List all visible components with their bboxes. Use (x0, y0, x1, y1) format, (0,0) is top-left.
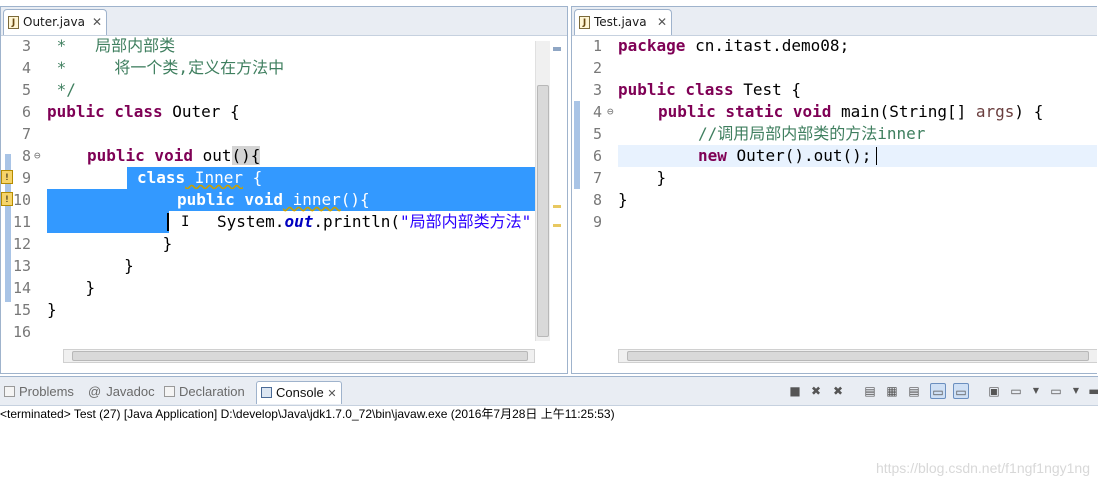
tab-declaration[interactable]: Declaration (164, 381, 245, 403)
code-line: 9! class Inner { (1, 167, 567, 189)
code-line: 16 (12, 323, 31, 341)
word-wrap-icon[interactable]: ▤ (906, 383, 922, 399)
close-tab-icon[interactable]: ✕ (657, 10, 667, 34)
code-line: 8} (592, 190, 628, 209)
chevron-down-icon[interactable]: ▼ (1068, 383, 1084, 399)
show-console-on-output-icon[interactable]: ▭ (930, 383, 946, 399)
code-line: 6 public class Outer { (21, 102, 240, 121)
code-line: 7 } (592, 168, 667, 187)
code-line: 3 * 局部内部类 (21, 36, 176, 55)
vertical-scrollbar[interactable] (535, 41, 550, 341)
code-line: 5 */ (21, 80, 76, 99)
chevron-down-icon[interactable]: ▼ (1028, 383, 1044, 399)
code-line: 5//调用局部内部类的方法inner (592, 124, 926, 143)
scrollbar-thumb[interactable] (537, 85, 549, 337)
text-cursor (167, 213, 169, 231)
console-icon (261, 387, 272, 398)
code-line: 3 public class Test { (592, 80, 802, 99)
display-selected-console-icon[interactable]: ▭ (1008, 383, 1024, 399)
text-cursor (876, 147, 877, 165)
code-line: 15} (12, 300, 57, 319)
fold-icon[interactable]: ⊖ (34, 145, 41, 167)
show-console-on-error-icon[interactable]: ▭ (953, 383, 969, 399)
code-line: 7 (21, 125, 31, 143)
terminate-icon[interactable]: ■ (787, 383, 803, 399)
scrollbar-thumb[interactable] (627, 351, 1089, 361)
code-line: 9 (592, 213, 602, 231)
scrollbar-thumb[interactable] (72, 351, 528, 361)
pin-console-icon[interactable]: ▣ (986, 383, 1002, 399)
warning-icon[interactable]: ! (1, 170, 13, 184)
close-tab-icon[interactable]: ✕ (92, 10, 102, 34)
minimize-view-icon[interactable]: ▬ (1086, 383, 1098, 399)
java-file-icon: J (579, 16, 590, 29)
bottom-view-tabbar: Problems @ Javadoc Declaration Console ✕ … (0, 376, 1098, 406)
code-line: 10! public void inner(){ (1, 189, 567, 211)
horizontal-scrollbar[interactable] (63, 349, 535, 363)
clear-console-icon[interactable]: ▤ (862, 383, 878, 399)
overview-ruler[interactable] (551, 41, 563, 341)
watermark: https://blog.csdn.net/f1ngf1ngy1ng (875, 460, 1090, 476)
tab-problems[interactable]: Problems (4, 381, 74, 403)
tab-javadoc[interactable]: @ Javadoc (88, 381, 155, 403)
tab-console[interactable]: Console ✕ (256, 381, 342, 404)
remove-launch-icon[interactable]: ✖ (808, 383, 824, 399)
horizontal-scrollbar[interactable] (618, 349, 1097, 363)
scroll-lock-icon[interactable]: ▦ (884, 383, 900, 399)
remove-all-terminated-icon[interactable]: ✖ (830, 383, 846, 399)
at-icon: @ (88, 384, 102, 399)
problems-icon (4, 386, 15, 397)
fold-icon[interactable]: ⊖ (607, 101, 614, 123)
code-line: 11 I System.out.println("局部内部类方法" (12, 211, 532, 233)
code-line: 13 } (12, 256, 134, 275)
code-line: 6 new Outer().out(); (572, 145, 1097, 167)
code-line: 4 ⊖ public static void main(String[] args)… (592, 101, 1044, 123)
left-editor-tabbar: J Outer.java ✕ (1, 7, 567, 36)
tab-test-java[interactable]: J Test.java ✕ (574, 9, 672, 35)
code-line: 4 * 将一个类,定义在方法中 (21, 58, 285, 77)
declaration-icon (164, 386, 175, 397)
right-editor-tabbar: J Test.java ✕ (572, 7, 1097, 36)
code-line: 2 (592, 59, 602, 77)
test-java-editor[interactable]: J Test.java ✕ 1 package cn.itast.demo08; … (571, 6, 1097, 374)
code-line: 14 } (12, 278, 96, 297)
console-output: <terminated> Test (27) [Java Application… (0, 407, 615, 421)
code-line: 1 package cn.itast.demo08; (592, 36, 850, 55)
code-line: 8 ⊖ public void out(){ (21, 145, 261, 167)
close-tab-icon[interactable]: ✕ (327, 388, 336, 400)
tab-outer-java[interactable]: J Outer.java ✕ (3, 9, 107, 35)
ibeam-cursor-icon: I (181, 214, 190, 230)
outer-java-editor[interactable]: J Outer.java ✕ 3 * 局部内部类 4 * 将一个类,定义在方法中… (0, 6, 568, 374)
warning-icon[interactable]: ! (1, 192, 13, 206)
selection-highlight (47, 211, 169, 233)
code-line: 12 } (12, 234, 173, 253)
open-console-icon[interactable]: ▭ (1048, 383, 1064, 399)
java-file-icon: J (8, 16, 19, 29)
